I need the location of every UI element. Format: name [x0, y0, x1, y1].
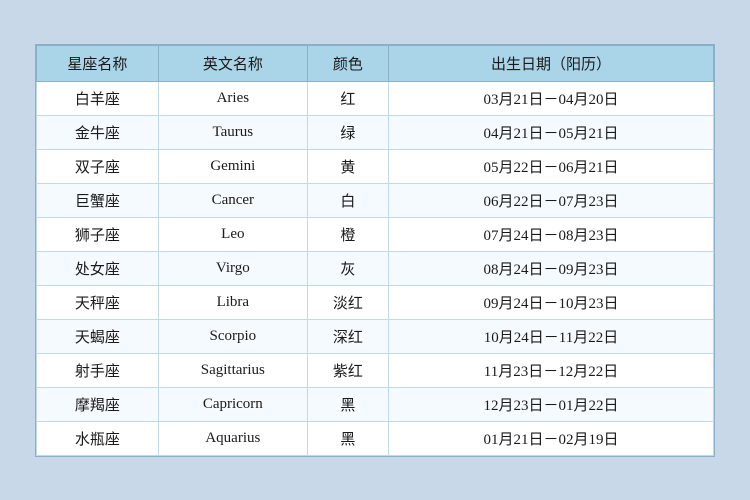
cell-color: 紫红 [307, 353, 388, 387]
cell-date: 05月22日－06月21日 [389, 149, 714, 183]
cell-chinese: 射手座 [37, 353, 159, 387]
cell-color: 深红 [307, 319, 388, 353]
cell-date: 03月21日－04月20日 [389, 81, 714, 115]
cell-date: 11月23日－12月22日 [389, 353, 714, 387]
table-row: 巨蟹座Cancer白06月22日－07月23日 [37, 183, 714, 217]
header-chinese: 星座名称 [37, 45, 159, 81]
cell-date: 08月24日－09月23日 [389, 251, 714, 285]
cell-english: Aries [158, 81, 307, 115]
cell-english: Virgo [158, 251, 307, 285]
table-row: 狮子座Leo橙07月24日－08月23日 [37, 217, 714, 251]
cell-date: 04月21日－05月21日 [389, 115, 714, 149]
cell-english: Taurus [158, 115, 307, 149]
cell-color: 红 [307, 81, 388, 115]
cell-color: 黄 [307, 149, 388, 183]
cell-color: 橙 [307, 217, 388, 251]
table-row: 金牛座Taurus绿04月21日－05月21日 [37, 115, 714, 149]
cell-english: Capricorn [158, 387, 307, 421]
cell-date: 10月24日－11月22日 [389, 319, 714, 353]
zodiac-table-container: 星座名称 英文名称 颜色 出生日期（阳历） 白羊座Aries红03月21日－04… [35, 44, 715, 457]
cell-chinese: 白羊座 [37, 81, 159, 115]
cell-english: Gemini [158, 149, 307, 183]
cell-chinese: 水瓶座 [37, 421, 159, 455]
table-row: 水瓶座Aquarius黑01月21日－02月19日 [37, 421, 714, 455]
table-row: 白羊座Aries红03月21日－04月20日 [37, 81, 714, 115]
cell-english: Aquarius [158, 421, 307, 455]
header-date: 出生日期（阳历） [389, 45, 714, 81]
cell-color: 灰 [307, 251, 388, 285]
table-header-row: 星座名称 英文名称 颜色 出生日期（阳历） [37, 45, 714, 81]
cell-chinese: 狮子座 [37, 217, 159, 251]
header-english: 英文名称 [158, 45, 307, 81]
cell-chinese: 天秤座 [37, 285, 159, 319]
cell-english: Scorpio [158, 319, 307, 353]
cell-chinese: 金牛座 [37, 115, 159, 149]
cell-chinese: 天蝎座 [37, 319, 159, 353]
cell-chinese: 处女座 [37, 251, 159, 285]
cell-english: Libra [158, 285, 307, 319]
cell-date: 07月24日－08月23日 [389, 217, 714, 251]
cell-english: Sagittarius [158, 353, 307, 387]
table-row: 天蝎座Scorpio深红10月24日－11月22日 [37, 319, 714, 353]
table-row: 摩羯座Capricorn黑12月23日－01月22日 [37, 387, 714, 421]
cell-color: 黑 [307, 421, 388, 455]
table-row: 双子座Gemini黄05月22日－06月21日 [37, 149, 714, 183]
header-color: 颜色 [307, 45, 388, 81]
cell-color: 绿 [307, 115, 388, 149]
cell-date: 06月22日－07月23日 [389, 183, 714, 217]
table-row: 处女座Virgo灰08月24日－09月23日 [37, 251, 714, 285]
table-row: 射手座Sagittarius紫红11月23日－12月22日 [37, 353, 714, 387]
cell-chinese: 巨蟹座 [37, 183, 159, 217]
cell-english: Leo [158, 217, 307, 251]
cell-color: 黑 [307, 387, 388, 421]
table-row: 天秤座Libra淡红09月24日－10月23日 [37, 285, 714, 319]
cell-color: 淡红 [307, 285, 388, 319]
zodiac-table: 星座名称 英文名称 颜色 出生日期（阳历） 白羊座Aries红03月21日－04… [36, 45, 714, 456]
cell-date: 09月24日－10月23日 [389, 285, 714, 319]
cell-chinese: 摩羯座 [37, 387, 159, 421]
cell-chinese: 双子座 [37, 149, 159, 183]
cell-date: 01月21日－02月19日 [389, 421, 714, 455]
cell-date: 12月23日－01月22日 [389, 387, 714, 421]
cell-color: 白 [307, 183, 388, 217]
cell-english: Cancer [158, 183, 307, 217]
